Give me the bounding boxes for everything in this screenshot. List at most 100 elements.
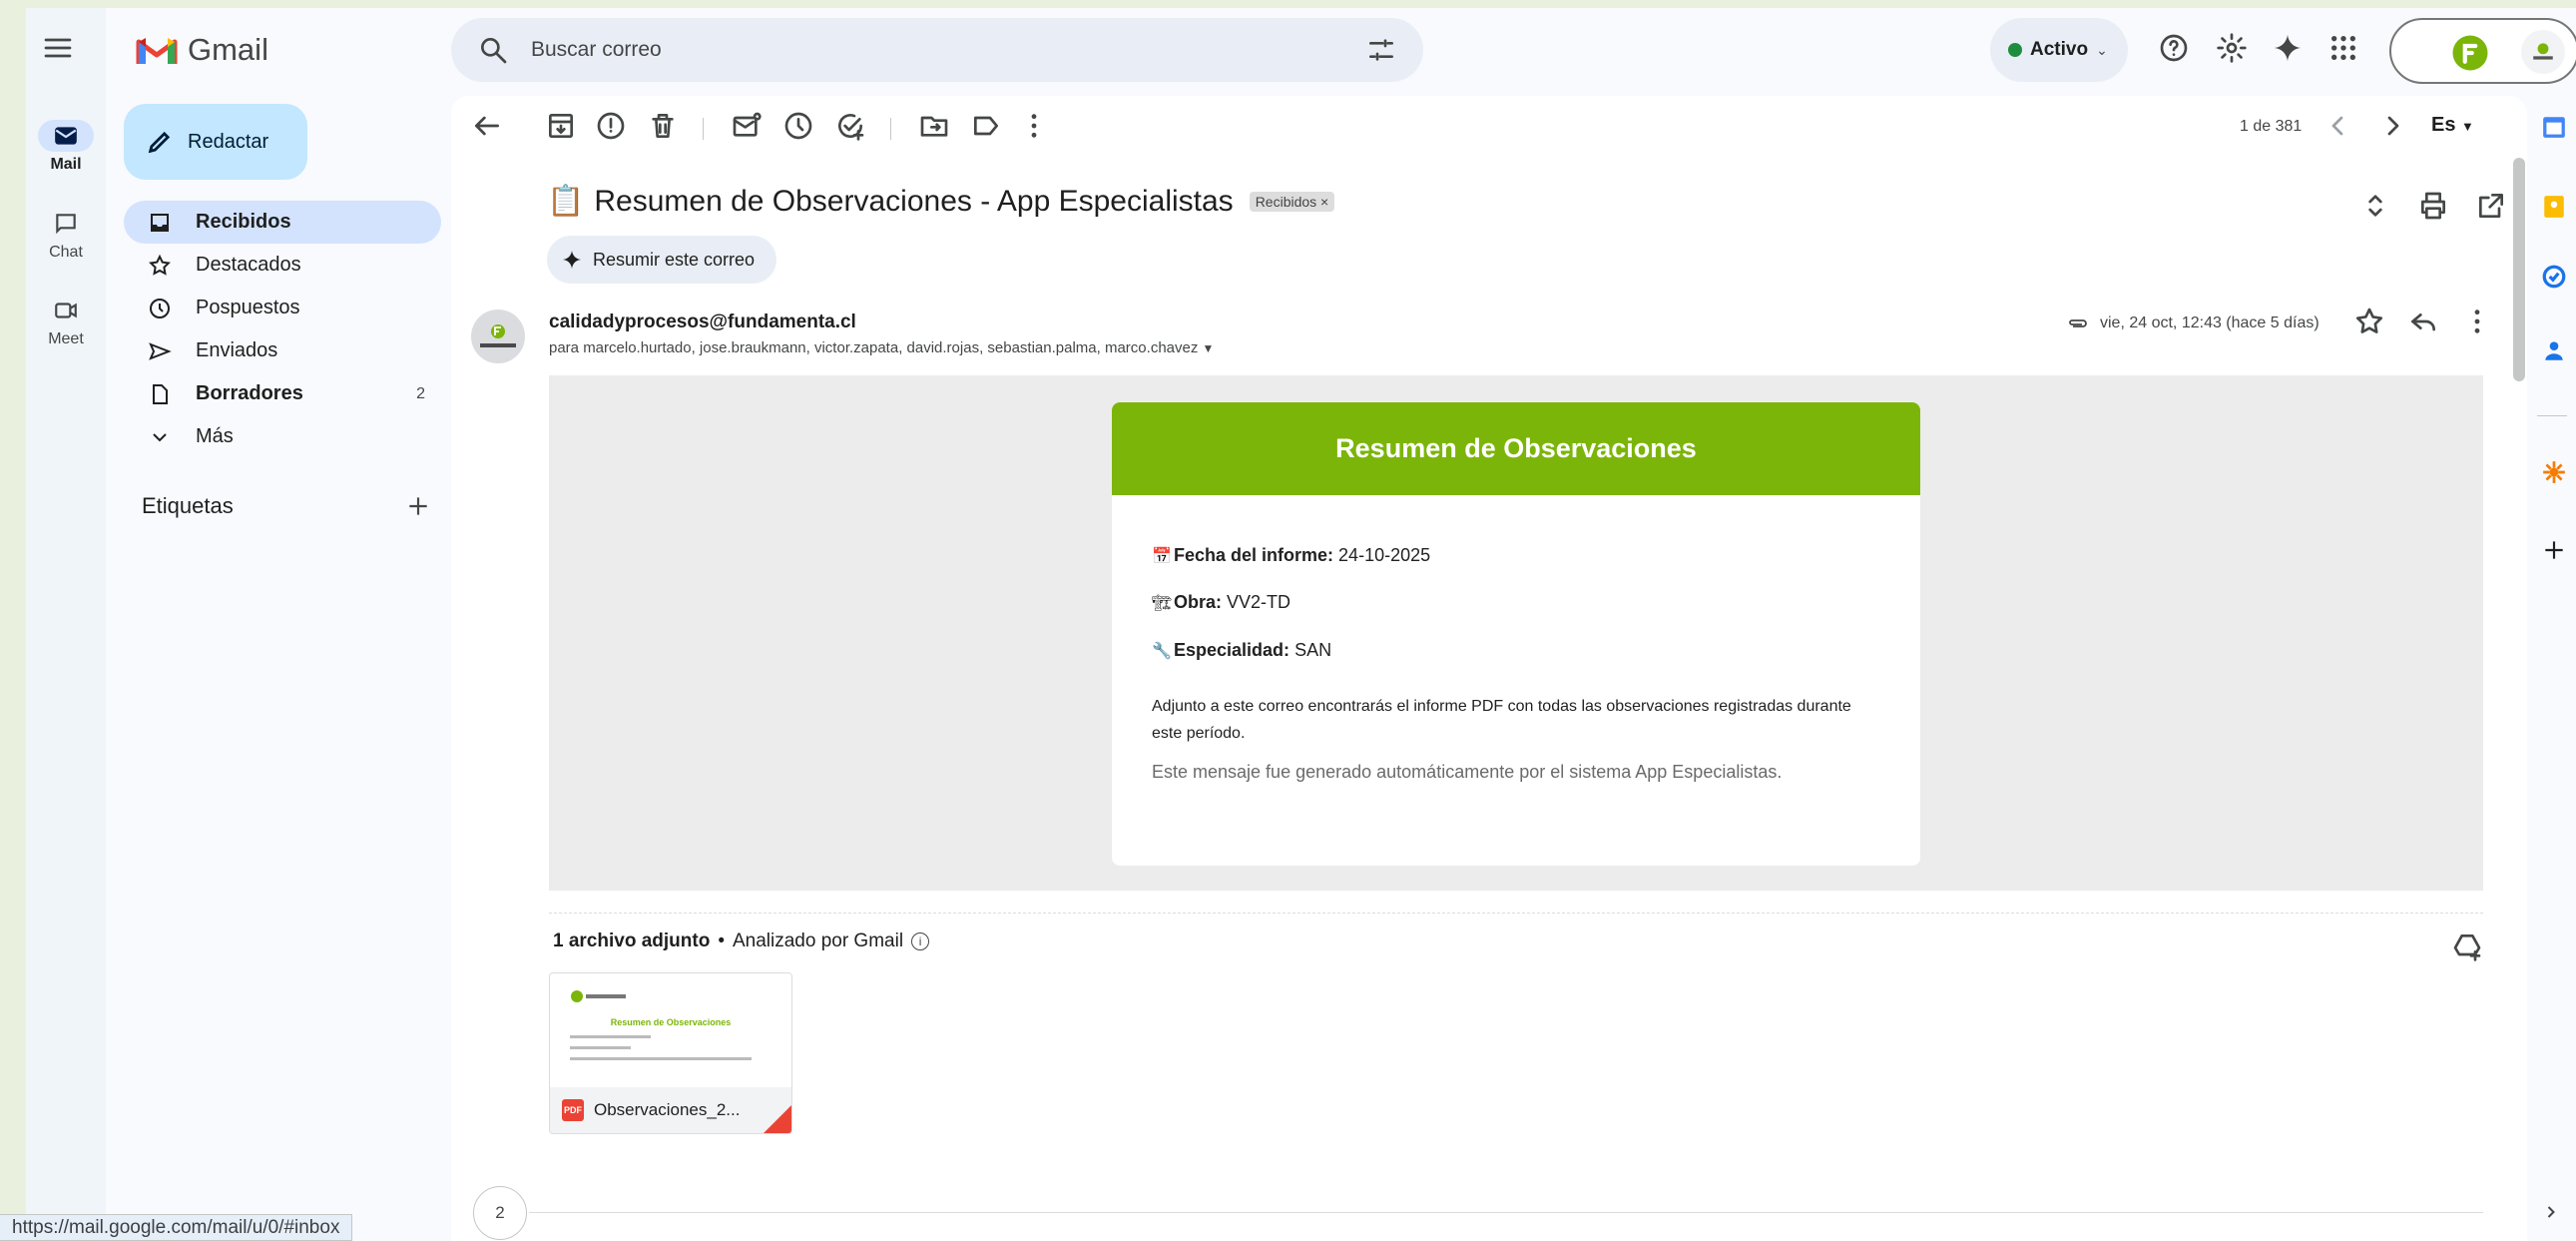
label-icon[interactable]: [968, 108, 1004, 144]
recipients-line[interactable]: para marcelo.hurtado, jose.braukmann, vi…: [549, 339, 1214, 356]
archive-icon[interactable]: [543, 108, 579, 144]
attachment-thumbnail[interactable]: Resumen de Observaciones PDF Observacion…: [549, 972, 792, 1134]
info-icon[interactable]: i: [911, 932, 930, 950]
gmail-m-icon: [136, 38, 178, 64]
search-icon[interactable]: [475, 32, 511, 68]
mark-unread-icon[interactable]: [729, 108, 765, 144]
pdf-preview: Resumen de Observaciones: [550, 973, 791, 1089]
rail-item-chat[interactable]: Chat: [26, 208, 106, 262]
rail-item-mail[interactable]: Mail: [26, 120, 106, 174]
recipients-text: para marcelo.hurtado, jose.braukmann, vi…: [549, 339, 1199, 356]
mail-icon: [38, 120, 94, 152]
inbox-label-chip[interactable]: Recibidos ×: [1249, 191, 1335, 212]
preview-line: [570, 1057, 752, 1060]
nav-item-snoozed[interactable]: Pospuestos: [124, 287, 441, 329]
side-divider: [2537, 415, 2567, 416]
print-icon[interactable]: [2415, 188, 2451, 224]
compose-button[interactable]: Redactar: [124, 104, 307, 180]
calendar-icon[interactable]: [2541, 114, 2567, 140]
email-body: Resumen de Observaciones 📅 Fecha del info…: [549, 375, 2483, 891]
account-switcher[interactable]: [2389, 18, 2576, 84]
settings-gear-icon[interactable]: [2214, 30, 2250, 66]
summarize-button[interactable]: Resumir este correo: [547, 236, 777, 284]
open-new-window-icon[interactable]: [2473, 188, 2509, 224]
addon-icon[interactable]: [2541, 459, 2567, 485]
language-label: Es: [2431, 114, 2456, 136]
toolbar-divider: [890, 118, 891, 140]
construction-icon: 🏗: [1152, 595, 1173, 613]
avatar: [2521, 30, 2565, 74]
sender-avatar[interactable]: [471, 310, 525, 363]
fundamenta-logo-icon: [480, 324, 516, 347]
snooze-clock-icon[interactable]: [780, 108, 816, 144]
search-options-icon[interactable]: [1363, 32, 1399, 68]
gemini-sparkle-icon[interactable]: [2270, 30, 2306, 66]
more-vertical-icon[interactable]: [1016, 108, 1052, 144]
window-top-edge: [0, 0, 2576, 8]
inbox-icon: [151, 213, 169, 232]
delete-icon[interactable]: [645, 108, 681, 144]
report-date-row: 📅 Fecha del informe: 24-10-2025: [1152, 543, 1880, 568]
collapsed-messages-count[interactable]: 2: [473, 1186, 527, 1240]
corner-fold: [764, 1105, 791, 1133]
rail-item-meet[interactable]: Meet: [26, 295, 106, 348]
search-input[interactable]: [531, 38, 1363, 62]
message-view: 1 de 381 Es ▼ 📋 Resumen de Observaciones…: [451, 96, 2527, 1241]
fundamenta-logo-icon: [571, 990, 626, 1002]
reply-icon[interactable]: [2405, 304, 2441, 339]
email-card-header: Resumen de Observaciones: [1112, 402, 1920, 495]
report-date-value: 24-10-2025: [1338, 545, 1431, 565]
back-arrow-icon[interactable]: [469, 108, 505, 144]
show-side-panel-chevron-icon[interactable]: [2541, 1202, 2561, 1222]
nav-item-label: Pospuestos: [196, 297, 300, 318]
tasks-icon[interactable]: [2541, 264, 2567, 290]
gmail-logo[interactable]: Gmail: [136, 32, 268, 68]
scrollbar-thumb[interactable]: [2513, 158, 2525, 381]
nav-item-inbox[interactable]: Recibidos: [124, 201, 441, 244]
more-vertical-icon[interactable]: [2459, 304, 2495, 339]
contacts-icon[interactable]: [2541, 337, 2567, 363]
add-task-icon[interactable]: [832, 108, 868, 144]
star-icon[interactable]: [2351, 304, 2387, 339]
clock-icon: [150, 298, 170, 318]
report-spam-icon[interactable]: [593, 108, 629, 144]
newer-chevron-left-icon[interactable]: [2319, 108, 2355, 144]
nav-item-sent[interactable]: Enviados: [124, 329, 441, 372]
nav-item-drafts[interactable]: Borradores 2: [124, 372, 441, 415]
add-to-drive-icon[interactable]: [2449, 929, 2485, 964]
expand-all-icon[interactable]: [2357, 188, 2393, 224]
get-addons-plus-icon[interactable]: [2541, 537, 2567, 563]
scanned-by-gmail: Analizado por Gmail: [732, 931, 904, 951]
status-dropdown[interactable]: Activo ⌄: [1990, 18, 2128, 82]
attachment-footer: PDF Observaciones_2...: [550, 1087, 791, 1133]
apps-grid-icon[interactable]: [2325, 30, 2361, 66]
site-row: 🏗Obra: VV2-TD: [1152, 590, 1880, 615]
subject-actions: [2357, 188, 2509, 224]
draft-icon: [153, 383, 168, 404]
sparkle-icon: [562, 250, 582, 270]
older-chevron-right-icon[interactable]: [2375, 108, 2411, 144]
clipboard-icon: 📋: [547, 185, 585, 218]
add-label-icon[interactable]: [405, 493, 431, 519]
help-icon[interactable]: [2156, 30, 2192, 66]
nav-item-starred[interactable]: Destacados: [124, 244, 441, 287]
status-dot: [2008, 43, 2022, 57]
message-date: vie, 24 oct, 12:43 (hace 5 días): [2066, 311, 2319, 335]
nav-item-label: Recibidos: [196, 211, 291, 233]
side-panel: [2527, 96, 2576, 1241]
status-label: Activo: [2030, 39, 2089, 60]
main-menu-icon[interactable]: [40, 30, 76, 66]
move-to-icon[interactable]: [916, 108, 952, 144]
input-language-dropdown[interactable]: Es ▼: [2431, 114, 2474, 137]
summarize-label: Resumir este correo: [593, 249, 756, 270]
labels-header: Etiquetas: [142, 493, 431, 519]
nav-item-label: Más: [196, 425, 234, 447]
app-name: Gmail: [188, 32, 268, 67]
keep-icon[interactable]: [2541, 194, 2567, 220]
calendar-icon: 📅: [1152, 548, 1172, 565]
nav-item-more[interactable]: Más: [124, 415, 441, 458]
sender-address[interactable]: calidadyprocesos@fundamenta.cl: [549, 311, 856, 333]
chevron-down-icon: [153, 432, 167, 441]
thread-divider: [529, 1212, 2483, 1213]
pencil-icon: [148, 131, 171, 154]
